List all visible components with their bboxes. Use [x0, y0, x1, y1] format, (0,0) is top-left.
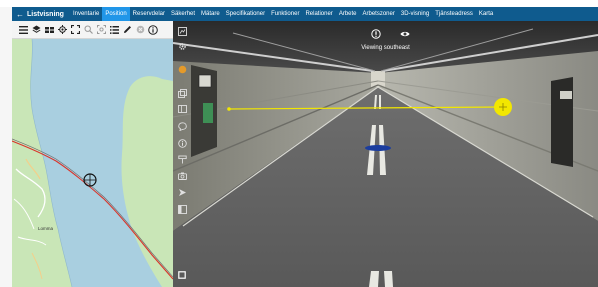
orange-dot-icon[interactable]: [177, 64, 187, 74]
place-label: Lomma: [38, 226, 54, 231]
settings-icon[interactable]: [177, 41, 187, 51]
tab-matare[interactable]: Mätare: [198, 7, 223, 21]
tab-tjansteadress[interactable]: Tjänsteadress: [432, 7, 476, 21]
tab-specifikationer[interactable]: Specifikationer: [223, 7, 268, 21]
visibility-eye-icon[interactable]: [400, 29, 410, 39]
search-icon[interactable]: [83, 25, 93, 35]
tab-reservdelar[interactable]: Reservdelar: [130, 7, 168, 21]
tab-relationer[interactable]: Relationer: [302, 7, 335, 21]
back-label: Listvisning: [27, 10, 64, 18]
overview-tool-icon[interactable]: [177, 26, 187, 36]
locate-icon[interactable]: [57, 25, 67, 35]
fullscreen-icon[interactable]: [70, 25, 80, 35]
tab-karta[interactable]: Karta: [476, 7, 496, 21]
map-toolbar: [12, 21, 173, 39]
map-canvas[interactable]: Lomma: [12, 39, 173, 287]
tab-sakerhet[interactable]: Säkerhet: [168, 7, 198, 21]
info-icon[interactable]: [148, 24, 158, 35]
map-panel[interactable]: Lomma: [12, 21, 173, 287]
tab-arbete[interactable]: Arbete: [336, 7, 360, 21]
basemap-icon[interactable]: [44, 25, 54, 35]
comment-icon[interactable]: [177, 121, 187, 131]
tab-arbetszoner[interactable]: Arbetszoner: [360, 7, 398, 21]
tunnel-scene: [173, 21, 598, 287]
alert-icon[interactable]: [371, 29, 381, 39]
tab-inventarie[interactable]: Inventarie: [70, 7, 102, 21]
copy-icon[interactable]: [177, 88, 187, 98]
street-view-panel[interactable]: Viewing southeast: [173, 21, 598, 287]
navigate-arrow-icon[interactable]: [177, 187, 187, 197]
zoom-extent-icon[interactable]: [96, 25, 106, 35]
square-toggle-icon[interactable]: [177, 270, 187, 280]
tab-funktioner[interactable]: Funktioner: [268, 7, 302, 21]
viewing-direction-label: Viewing southeast: [361, 45, 410, 51]
panel-toggle-icon[interactable]: [177, 204, 187, 214]
camera-icon[interactable]: [177, 171, 187, 181]
list-icon[interactable]: [109, 25, 119, 35]
split-view-icon[interactable]: [177, 104, 187, 114]
app-window: ← Listvisning Inventarie Position Reserv…: [0, 0, 598, 287]
left-edge-strip: [0, 7, 12, 287]
top-nav-bar: ← Listvisning Inventarie Position Reserv…: [12, 7, 598, 21]
back-to-list-button[interactable]: ← Listvisning: [12, 7, 70, 21]
info-circle-icon[interactable]: [177, 138, 187, 148]
clear-icon[interactable]: [135, 25, 145, 35]
menu-icon[interactable]: [18, 25, 28, 35]
tab-3d-visning[interactable]: 3D-visning: [398, 7, 432, 21]
back-arrow-icon: ←: [16, 9, 24, 19]
layers-icon[interactable]: [31, 25, 41, 35]
draw-pencil-icon[interactable]: [122, 25, 132, 35]
island-land: [121, 76, 173, 287]
signpost-icon[interactable]: [177, 154, 187, 164]
tab-position[interactable]: Position: [102, 7, 130, 21]
